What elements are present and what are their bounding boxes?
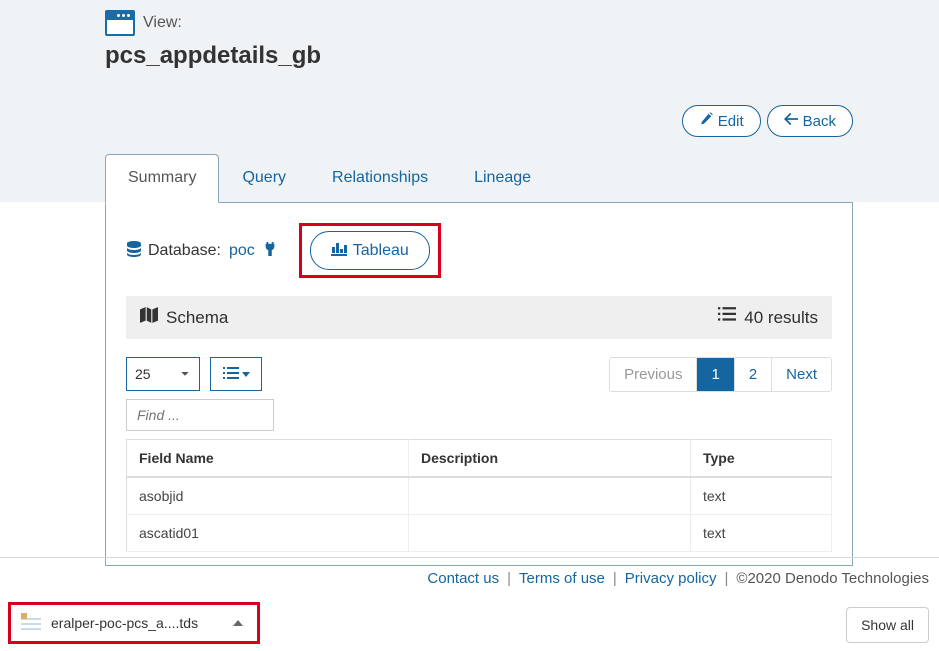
view-icon <box>105 10 135 36</box>
map-icon <box>140 306 158 329</box>
arrow-left-icon <box>784 112 798 130</box>
bar-chart-icon <box>331 240 347 261</box>
download-item[interactable]: eralper-poc-pcs_a....tds <box>8 602 260 644</box>
tab-content: Database: poc Tableau Schema 40 result <box>105 202 853 566</box>
header: View: pcs_appdetails_gb Edit Back <box>0 0 939 158</box>
col-type[interactable]: Type <box>691 440 832 478</box>
results-count: 40 results <box>744 308 818 328</box>
back-label: Back <box>803 113 836 130</box>
tab-summary[interactable]: Summary <box>105 154 219 203</box>
pagination-page-2[interactable]: 2 <box>735 358 772 391</box>
cell-desc <box>409 515 691 552</box>
chevron-down-icon <box>242 372 250 377</box>
chevron-up-icon <box>233 620 243 626</box>
pagination-page-1[interactable]: 1 <box>697 358 734 391</box>
plug-icon[interactable] <box>261 242 277 259</box>
database-icon <box>126 241 142 260</box>
back-button[interactable]: Back <box>767 105 853 137</box>
cell-type: text <box>691 477 832 515</box>
show-all-button[interactable]: Show all <box>846 607 929 643</box>
tab-query[interactable]: Query <box>219 154 309 202</box>
footer-terms[interactable]: Terms of use <box>519 570 605 587</box>
database-label: Database: <box>148 242 221 260</box>
cell-type: text <box>691 515 832 552</box>
database-link[interactable]: poc <box>229 242 255 260</box>
tableau-label: Tableau <box>353 242 409 260</box>
download-filename: eralper-poc-pcs_a....tds <box>51 615 223 631</box>
table-row: asobjid text <box>127 477 832 515</box>
pagination-next[interactable]: Next <box>772 358 831 391</box>
cell-desc <box>409 477 691 515</box>
col-description[interactable]: Description <box>409 440 691 478</box>
file-icon <box>21 613 41 633</box>
col-field-name[interactable]: Field Name <box>127 440 409 478</box>
tabs: Summary Query Relationships Lineage <box>105 154 853 202</box>
page-title: pcs_appdetails_gb <box>105 42 919 70</box>
list-icon <box>718 306 736 329</box>
view-label: View: <box>143 14 182 32</box>
table-row: ascatid01 text <box>127 515 832 552</box>
footer-privacy[interactable]: Privacy policy <box>625 570 717 587</box>
pagination-previous[interactable]: Previous <box>610 358 697 391</box>
schema-title: Schema <box>166 308 228 328</box>
tab-lineage[interactable]: Lineage <box>451 154 554 202</box>
cell-field: ascatid01 <box>127 515 409 552</box>
find-input[interactable] <box>126 399 274 431</box>
download-bar: eralper-poc-pcs_a....tds <box>8 599 260 647</box>
pencil-icon <box>699 112 713 130</box>
tab-relationships[interactable]: Relationships <box>309 154 451 202</box>
pagination: Previous 1 2 Next <box>609 357 832 392</box>
schema-table: Field Name Description Type asobjid text… <box>126 439 832 552</box>
footer-contact[interactable]: Contact us <box>427 570 499 587</box>
tableau-button[interactable]: Tableau <box>310 231 430 270</box>
tableau-highlight: Tableau <box>299 223 441 278</box>
footer-links: Contact us | Terms of use | Privacy poli… <box>427 570 929 587</box>
cell-field: asobjid <box>127 477 409 515</box>
columns-toggle[interactable] <box>210 357 262 391</box>
page-size-select[interactable]: 25 <box>126 357 200 391</box>
edit-label: Edit <box>718 113 744 130</box>
schema-bar: Schema 40 results <box>126 296 832 339</box>
edit-button[interactable]: Edit <box>682 105 761 137</box>
footer-copyright: ©2020 Denodo Technologies <box>736 570 929 587</box>
